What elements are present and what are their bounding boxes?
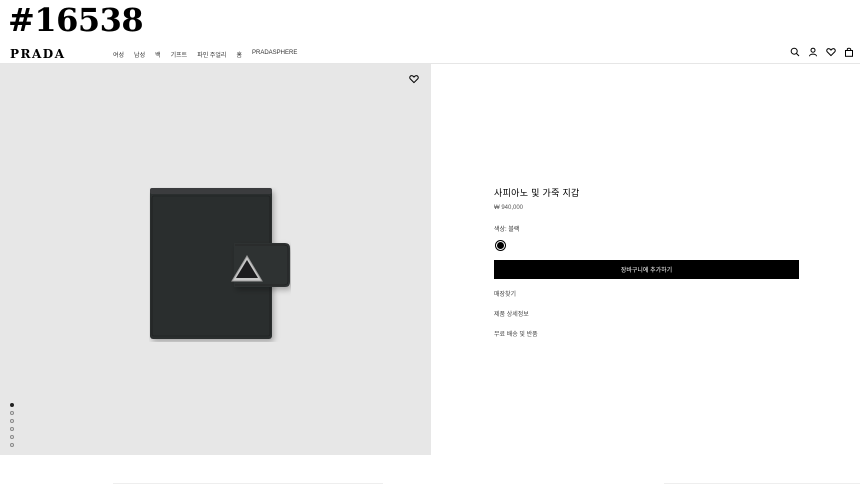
find-store-link[interactable]: 매장찾기 bbox=[494, 289, 799, 298]
prada-logo[interactable]: PRADA bbox=[10, 47, 66, 61]
gallery-dot[interactable] bbox=[10, 419, 14, 423]
nav-item-home[interactable]: 홈 bbox=[236, 50, 242, 59]
site-header: PRADA 여성 남성 백 기프트 파인 주얼리 홈 PRADASPHERE bbox=[0, 42, 860, 64]
header-icons bbox=[790, 47, 854, 57]
heart-icon[interactable] bbox=[409, 74, 419, 84]
nav-item-fine-jewelry[interactable]: 파인 주얼리 bbox=[197, 50, 226, 59]
nav-item-women[interactable]: 여성 bbox=[113, 50, 124, 59]
bag-icon[interactable] bbox=[844, 47, 854, 57]
gallery-dot[interactable] bbox=[10, 403, 14, 407]
color-swatch-black[interactable] bbox=[495, 240, 506, 251]
product-details-link[interactable]: 제품 상세정보 bbox=[494, 309, 799, 318]
nav-item-men[interactable]: 남성 bbox=[134, 50, 145, 59]
main-nav: 여성 남성 백 기프트 파인 주얼리 홈 PRADASPHERE bbox=[113, 50, 297, 59]
product-name: 사피아노 및 가죽 지갑 bbox=[494, 188, 580, 198]
shipping-returns-link[interactable]: 무료 배송 및 반품 bbox=[494, 329, 799, 338]
overlay-id-text: #16538 bbox=[8, 1, 144, 39]
gallery-pagination bbox=[10, 403, 14, 447]
nav-item-pradasphere[interactable]: PRADASPHERE bbox=[252, 50, 297, 59]
wishlist-icon[interactable] bbox=[826, 47, 836, 57]
wallet-product-image bbox=[149, 187, 291, 342]
nav-item-bags[interactable]: 백 bbox=[155, 50, 161, 59]
product-image-gallery[interactable] bbox=[0, 64, 431, 455]
color-label: 색상: 블랙 bbox=[494, 227, 520, 233]
gallery-dot[interactable] bbox=[10, 443, 14, 447]
gallery-dot[interactable] bbox=[10, 427, 14, 431]
add-to-cart-button[interactable]: 장바구니에 추가하기 bbox=[494, 260, 799, 279]
product-info-panel: 사피아노 및 가죽 지갑 ₩ 940,000 색상: 블랙 장바구니에 추가하기… bbox=[494, 186, 799, 349]
nav-item-gifts[interactable]: 기프트 bbox=[171, 50, 188, 59]
account-icon[interactable] bbox=[808, 47, 818, 57]
product-price: ₩ 940,000 bbox=[494, 205, 524, 211]
gallery-dot[interactable] bbox=[10, 435, 14, 439]
gallery-dot[interactable] bbox=[10, 411, 14, 415]
search-icon[interactable] bbox=[790, 47, 800, 57]
